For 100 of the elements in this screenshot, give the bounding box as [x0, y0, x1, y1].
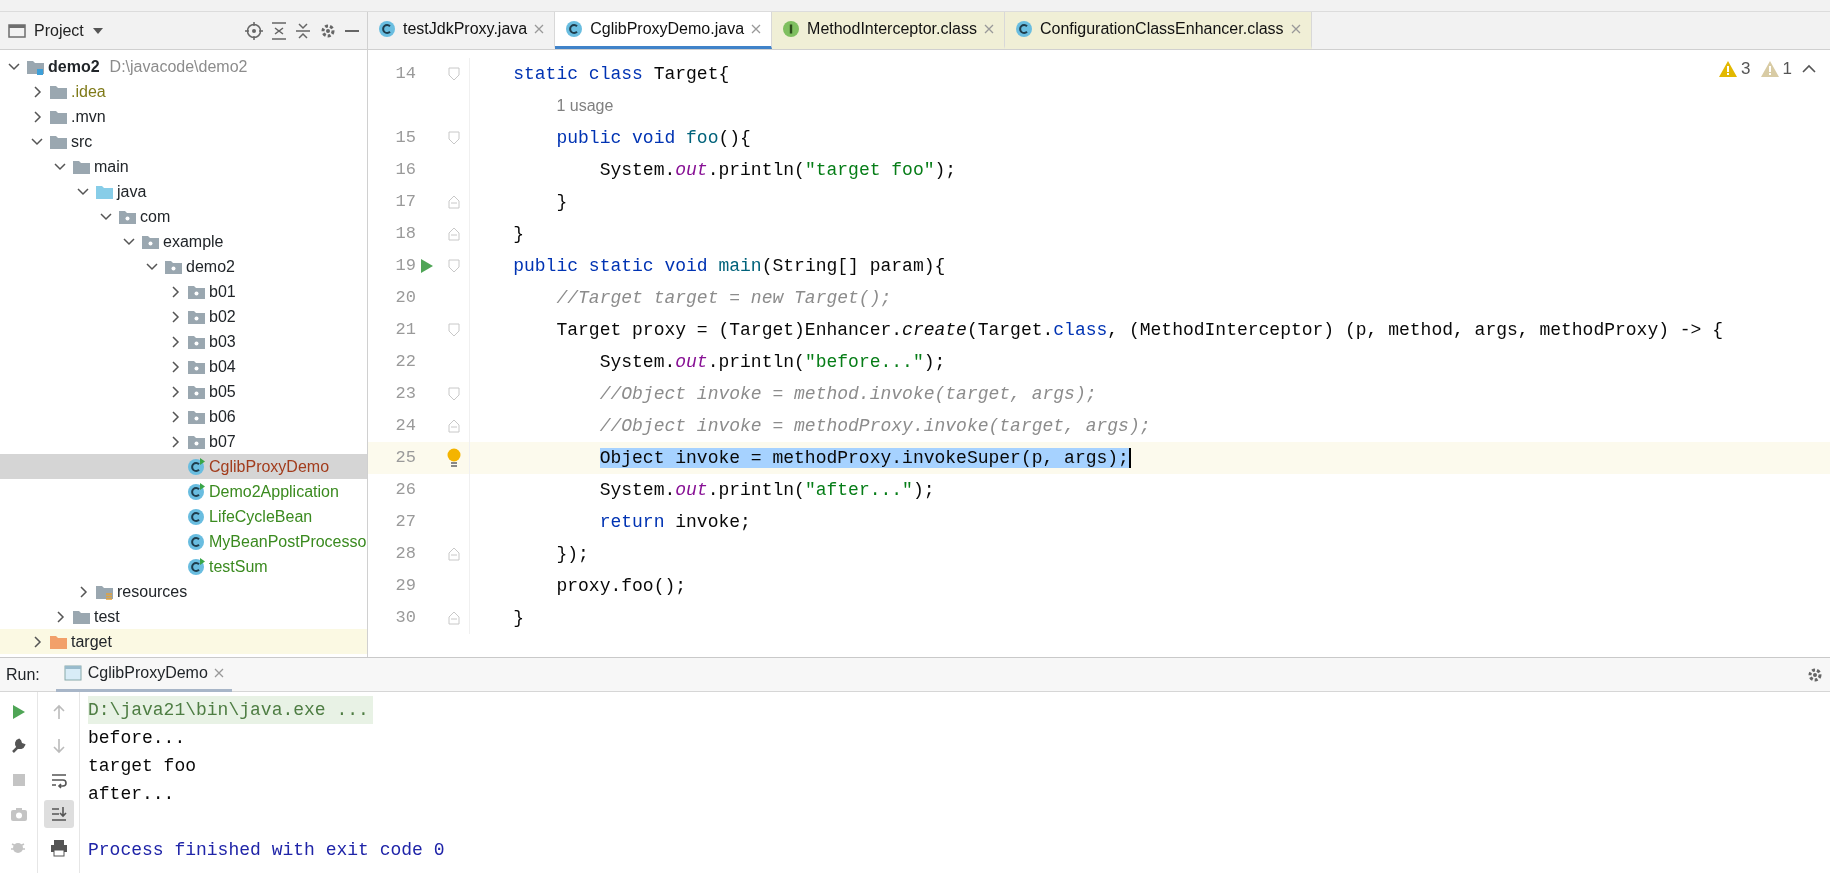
line-number: 18 [394, 223, 416, 246]
line-number: 15 [394, 127, 416, 150]
chevron-up-icon[interactable] [1802, 64, 1816, 74]
run-icon[interactable] [420, 258, 434, 274]
item-label: Demo2Application [209, 481, 339, 502]
tree-item[interactable]: resources [0, 579, 367, 604]
warning-count[interactable]: 3 [1741, 56, 1751, 82]
fold-marker-icon[interactable] [446, 323, 461, 337]
line-number: 29 [394, 575, 416, 598]
code-line: return invoke; [598, 510, 751, 534]
tree-item[interactable]: CglibProxyDemo [0, 454, 367, 479]
item-label: LifeCycleBean [209, 506, 313, 527]
close-icon[interactable] [213, 668, 224, 678]
code-line: }); [555, 542, 589, 566]
class-icon [1014, 20, 1033, 38]
warning-icon [1719, 60, 1738, 77]
item-label: test [94, 606, 120, 627]
warning-count[interactable]: 1 [1782, 56, 1792, 82]
code-line: proxy.foo(); [555, 574, 687, 598]
tree-item[interactable]: testSum [0, 554, 367, 579]
item-label: com [140, 206, 171, 227]
editor-tab[interactable]: ConfigurationClassEnhancer.class [1004, 12, 1312, 49]
collapse-all-icon[interactable] [295, 21, 311, 40]
warning-icon [1760, 60, 1779, 77]
tree-item[interactable]: com [0, 204, 367, 229]
tree-item[interactable]: b06 [0, 404, 367, 429]
expand-all-icon[interactable] [271, 21, 287, 40]
tree-item[interactable]: src [0, 129, 367, 154]
scroll-to-end-icon[interactable] [49, 805, 68, 823]
tree-item[interactable]: example [0, 229, 367, 254]
line-number: 19 [394, 255, 416, 278]
class-icon [187, 507, 205, 526]
tab-label: CglibProxyDemo [87, 663, 208, 683]
target-icon[interactable] [245, 21, 263, 40]
code-line: public void foo(){ [555, 126, 751, 150]
item-label: java [117, 181, 147, 202]
tree-item[interactable]: b04 [0, 354, 367, 379]
fold-marker-icon[interactable] [446, 67, 461, 81]
tree-item[interactable]: .idea [0, 79, 367, 104]
item-label: src [71, 131, 93, 152]
close-icon[interactable] [751, 24, 762, 34]
usage-hint[interactable]: 1 usage [556, 94, 614, 118]
interface-icon [782, 20, 801, 38]
fold-marker-icon[interactable] [446, 195, 461, 209]
run-tab[interactable]: CglibProxyDemo [55, 657, 232, 692]
fold-marker-icon[interactable] [446, 547, 461, 561]
wrap-lines-icon[interactable] [49, 771, 68, 789]
tree-item[interactable]: .mvn [0, 104, 367, 129]
output-line: target foo [88, 755, 198, 778]
tree-item[interactable]: b07 [0, 429, 367, 454]
item-label: b04 [209, 356, 236, 377]
print-icon[interactable] [49, 839, 68, 857]
item-label: .idea [71, 81, 106, 102]
item-label: target [71, 631, 112, 652]
window-icon [8, 22, 26, 39]
line-number: 14 [394, 63, 416, 86]
editor-tab[interactable]: MethodInterceptor.class [772, 12, 1005, 49]
tree-item[interactable]: demo2 D:\javacode\demo2 [0, 54, 367, 79]
item-label: example [163, 231, 224, 252]
code-line: System.out.println("before..."); [598, 350, 946, 374]
tree-item[interactable]: test [0, 604, 367, 629]
item-label: .mvn [71, 106, 106, 127]
fold-marker-icon[interactable] [446, 227, 461, 241]
fold-marker-icon[interactable] [446, 419, 461, 433]
close-icon[interactable] [534, 24, 545, 34]
class-icon [565, 20, 584, 38]
tree-item[interactable]: demo2 [0, 254, 367, 279]
tree-item[interactable]: b01 [0, 279, 367, 304]
code-line: System.out.println("target foo"); [598, 158, 957, 182]
item-label: main [94, 156, 129, 177]
tree-item[interactable]: main [0, 154, 367, 179]
tree-item[interactable]: b03 [0, 329, 367, 354]
item-label: b05 [209, 381, 236, 402]
tree-item[interactable]: java [0, 179, 367, 204]
lightbulb-icon[interactable] [445, 448, 462, 468]
tree-item[interactable]: MyBeanPostProcesso [0, 529, 367, 554]
output-line: before... [88, 727, 187, 750]
tree-item[interactable]: LifeCycleBean [0, 504, 367, 529]
line-number: 20 [394, 287, 416, 310]
code-line: //Object invoke = methodProxy.invoke(target, args); [598, 414, 1151, 438]
line-number: 17 [394, 191, 416, 214]
line-number: 23 [394, 383, 416, 406]
fold-marker-icon[interactable] [446, 259, 461, 273]
code-line: static class Target{ [512, 62, 730, 86]
class-icon [187, 482, 205, 501]
fold-marker-icon[interactable] [446, 131, 461, 145]
fold-marker-icon[interactable] [446, 387, 461, 401]
fold-marker-icon[interactable] [446, 611, 461, 625]
line-number: 22 [394, 351, 416, 374]
tree-item[interactable]: b05 [0, 379, 367, 404]
line-number: 26 [394, 479, 416, 502]
tree-item[interactable]: b02 [0, 304, 367, 329]
item-label: resources [117, 581, 188, 602]
tree-item[interactable]: target [0, 629, 367, 654]
tree-item[interactable]: Demo2Application [0, 479, 367, 504]
editor-tab[interactable]: CglibProxyDemo.java [555, 12, 773, 49]
code-line: } [555, 190, 568, 214]
line-number: 25 [394, 447, 416, 470]
dropdown-caret-icon[interactable] [91, 26, 104, 35]
tab-label: CglibProxyDemo.java [590, 19, 745, 39]
